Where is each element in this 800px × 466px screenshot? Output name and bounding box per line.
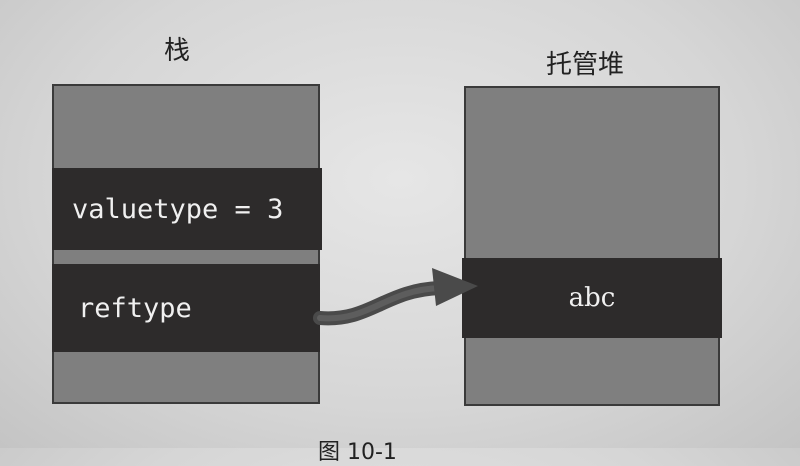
stack-title: 栈 <box>164 36 191 66</box>
stack-valuetype-slot: valuetype = 3 <box>52 168 322 250</box>
heap-object-value: abc <box>568 283 616 313</box>
reference-arrow-icon <box>313 268 478 326</box>
heap-object-slot: abc <box>462 258 722 338</box>
managed-heap-title: 托管堆 <box>546 50 625 80</box>
figure-caption: 图 10-1 <box>318 440 397 465</box>
valuetype-label: valuetype = 3 <box>72 193 284 225</box>
stack-reftype-slot: reftype <box>52 264 320 352</box>
managed-heap-panel <box>464 86 720 406</box>
reftype-label: reftype <box>78 292 192 324</box>
